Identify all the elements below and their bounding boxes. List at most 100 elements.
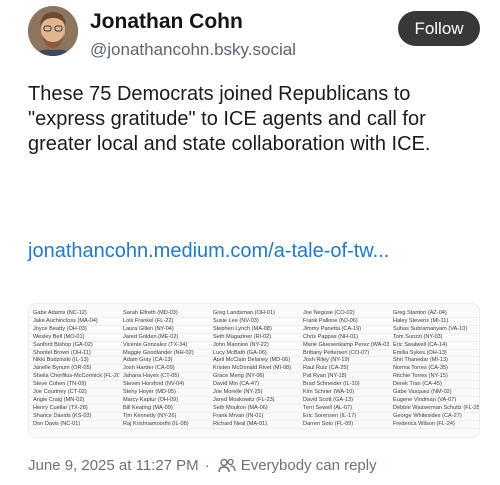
table-cell: Jared Moskowitz (FL-23) bbox=[209, 396, 299, 405]
table-cell: Gabe Adams (NC-12) bbox=[29, 310, 119, 318]
table-cell: Haley Stevens (MI-11) bbox=[389, 317, 479, 326]
table-cell: Jahana Hayes (CT-05) bbox=[119, 372, 209, 382]
table-cell: Norma Torres (CA-35) bbox=[389, 364, 479, 374]
table-cell: April McClain Delaney (MD-06) bbox=[209, 356, 299, 366]
table-row: Sharice Davids (KS-03) Tim Kennedy (NY-26… bbox=[29, 412, 479, 421]
table-cell: Shri Thanedar (MI-13) bbox=[389, 356, 479, 366]
table-cell: Jimmy Panetta (CA-19) bbox=[299, 325, 389, 334]
table-row: Steve Cohen (TN-09) Steven Horsford (NV-0… bbox=[29, 380, 479, 390]
table-cell: Seth Magaziner (RI-02) bbox=[209, 333, 299, 342]
table-cell: Ritchie Torres (NY-15) bbox=[389, 372, 479, 382]
follow-button[interactable]: Follow bbox=[398, 11, 480, 46]
table-cell: Wesley Bell (MO-01) bbox=[29, 333, 119, 342]
table-row: Shontel Brown (OH-11) Maggie Goodlander (… bbox=[29, 349, 479, 358]
table-cell: Marcy Kaptur (OH-09) bbox=[119, 396, 209, 405]
table-cell: Chris Pappas (NH-01) bbox=[299, 333, 389, 342]
table-cell: Gabe Vasquez (NM-02) bbox=[389, 388, 479, 397]
author-handle[interactable]: @jonathancohn.bsky.social bbox=[90, 40, 296, 60]
table-cell: Sanford Bishop (GA-02) bbox=[29, 341, 119, 350]
table-cell: Laura Gillen (NY-04) bbox=[119, 325, 209, 334]
table-cell: Susie Lee (NV-03) bbox=[209, 317, 299, 326]
table-row: Sanford Bishop (GA-02) Vicente Gonzalez (… bbox=[29, 341, 479, 350]
table-cell: Jared Golden (ME-02) bbox=[119, 333, 209, 342]
table-cell: Kim Schrier (WA-10) bbox=[299, 388, 389, 397]
table-cell: Pat Ryan (NY-18) bbox=[299, 372, 389, 382]
table-cell: Richard Neal (MA-01) bbox=[209, 420, 299, 429]
people-icon bbox=[217, 458, 236, 473]
table-row: Don Davis (NC-01) Raj Krishnamoorthi (IL-… bbox=[29, 420, 479, 429]
table-cell: David Min (CA-47) bbox=[209, 380, 299, 390]
table-cell: Debbie Wasserman Schultz (FL-25) bbox=[389, 404, 479, 413]
table-row: Henry Cuellar (TX-28) Bill Keating (MA-09… bbox=[29, 404, 479, 413]
separator: · bbox=[204, 457, 210, 474]
table-row: Sheila Cherfilus-McCormick (FL-20) Jahana… bbox=[29, 372, 479, 382]
table-row: Jake Auchincloss (MA-04) Lois Frankel (FL… bbox=[29, 317, 479, 326]
table-cell: Bill Keating (MA-09) bbox=[119, 404, 209, 413]
table-row: Joyce Beatty (OH-03) Laura Gillen (NY-04)… bbox=[29, 325, 479, 334]
table-cell: Lois Frankel (FL-22) bbox=[119, 317, 209, 326]
table-cell: Sarah Elfreth (MD-03) bbox=[119, 310, 209, 318]
table-cell: Steven Horsford (NV-04) bbox=[119, 380, 209, 390]
post-text: These 75 Democrats joined Republicans to… bbox=[28, 83, 431, 155]
table-cell: Tom Suozzi (NY-03) bbox=[389, 333, 479, 342]
table-cell: Vicente Gonzalez (TX-34) bbox=[119, 341, 209, 350]
table-cell: Frank Pallone (NJ-06) bbox=[299, 317, 389, 326]
table-row: Joe Courtney (CT-02) Steny Hoyer (MD-05) J… bbox=[29, 388, 479, 397]
table-cell: Jake Auchincloss (MA-04) bbox=[29, 317, 119, 326]
table-cell: Adam Gray (CA-13) bbox=[119, 356, 209, 366]
post-link[interactable]: jonathancohn.medium.com/a-tale-of-tw... bbox=[28, 238, 468, 264]
table-cell: Eugene Vindman (VA-07) bbox=[389, 396, 479, 405]
link-preview-image[interactable]: Gabe Adams (NC-12) Sarah Elfreth (MD-03) G… bbox=[28, 303, 480, 438]
table-cell: Joe Neguse (CO-02) bbox=[299, 310, 389, 318]
reply-setting[interactable]: Everybody can reply bbox=[241, 457, 377, 474]
table-cell: Sheila Cherfilus-McCormick (FL-20) bbox=[29, 372, 119, 382]
table-cell: Darren Soto (FL-09) bbox=[299, 420, 389, 429]
table-cell: Raj Krishnamoorthi (IL-08) bbox=[119, 420, 209, 429]
table-cell: Stephen Lynch (MA-08) bbox=[209, 325, 299, 334]
table-cell: Frederica Wilson (FL-24) bbox=[389, 420, 479, 429]
table-cell: Sharice Davids (KS-03) bbox=[29, 412, 119, 421]
table-cell: Derek Tran (CA-45) bbox=[389, 380, 479, 390]
table-cell: George Whitesides (CA-27) bbox=[389, 412, 479, 421]
table-cell: Frank Mrvan (IN-01) bbox=[209, 412, 299, 421]
table-cell: Greg Stanton (AZ-04) bbox=[389, 310, 479, 318]
table-cell: Suhas Subramanyam (VA-10) bbox=[389, 325, 479, 334]
table-row: Janelle Bynum (OR-05) Josh Harder (CA-09)… bbox=[29, 364, 479, 374]
table-cell: David Scott (GA-13) bbox=[299, 396, 389, 405]
table-cell: Janelle Bynum (OR-05) bbox=[29, 364, 119, 374]
table-cell: Eric Sorensen (IL-17) bbox=[299, 412, 389, 421]
table-cell: Greg Landsman (OH-01) bbox=[209, 310, 299, 318]
table-row: Wesley Bell (MO-01) Jared Golden (ME-02) S… bbox=[29, 333, 479, 342]
table-cell: Angie Craig (MN-02) bbox=[29, 396, 119, 405]
table-row: Gabe Adams (NC-12) Sarah Elfreth (MD-03) G… bbox=[29, 310, 479, 318]
table-cell: Brad Schneider (IL-10) bbox=[299, 380, 389, 390]
timestamp[interactable]: June 9, 2025 at 11:27 PM bbox=[28, 457, 199, 474]
table-cell: Maggie Goodlander (NH-02) bbox=[119, 349, 209, 358]
table-cell: Don Davis (NC-01) bbox=[29, 420, 119, 429]
table-cell: Tim Kennedy (NY-26) bbox=[119, 412, 209, 421]
table-cell: Joe Courtney (CT-02) bbox=[29, 388, 119, 397]
table-cell: Josh Harder (CA-09) bbox=[119, 364, 209, 374]
table-cell: Raul Ruiz (CA-25) bbox=[299, 364, 389, 374]
table-row: Nikki Budzinski (IL-13) Adam Gray (CA-13)… bbox=[29, 356, 479, 366]
representatives-table: Gabe Adams (NC-12) Sarah Elfreth (MD-03) G… bbox=[29, 310, 479, 429]
avatar[interactable] bbox=[28, 6, 78, 56]
table-cell: Marie Gluesenkamp Perez (WA-03) bbox=[299, 341, 389, 350]
table-cell: Joe Morelle (NY-25) bbox=[209, 388, 299, 397]
table-cell: Shontel Brown (OH-11) bbox=[29, 349, 119, 358]
post-meta: June 9, 2025 at 11:27 PM · Everybody can… bbox=[28, 457, 377, 474]
table-cell: John Mannion (NY-22) bbox=[209, 341, 299, 350]
table-cell: Eric Swalwell (CA-14) bbox=[389, 341, 479, 350]
table-cell: Steve Cohen (TN-09) bbox=[29, 380, 119, 390]
table-cell: Nikki Budzinski (IL-13) bbox=[29, 356, 119, 366]
table-cell: Joyce Beatty (OH-03) bbox=[29, 325, 119, 334]
table-cell: Henry Cuellar (TX-28) bbox=[29, 404, 119, 413]
table-cell: Josh Riley (NY-19) bbox=[299, 356, 389, 366]
table-row: Angie Craig (MN-02) Marcy Kaptur (OH-09) J… bbox=[29, 396, 479, 405]
table-cell: Emilia Sykes (OH-13) bbox=[389, 349, 479, 358]
table-cell: Terri Sewell (AL-07) bbox=[299, 404, 389, 413]
table-cell: Grace Meng (NY-06) bbox=[209, 372, 299, 382]
table-cell: Lucy McBath (GA-06) bbox=[209, 349, 299, 358]
author-name[interactable]: Jonathan Cohn bbox=[90, 10, 243, 34]
table-cell: Kristen McDonald Rivet (MI-08) bbox=[209, 364, 299, 374]
